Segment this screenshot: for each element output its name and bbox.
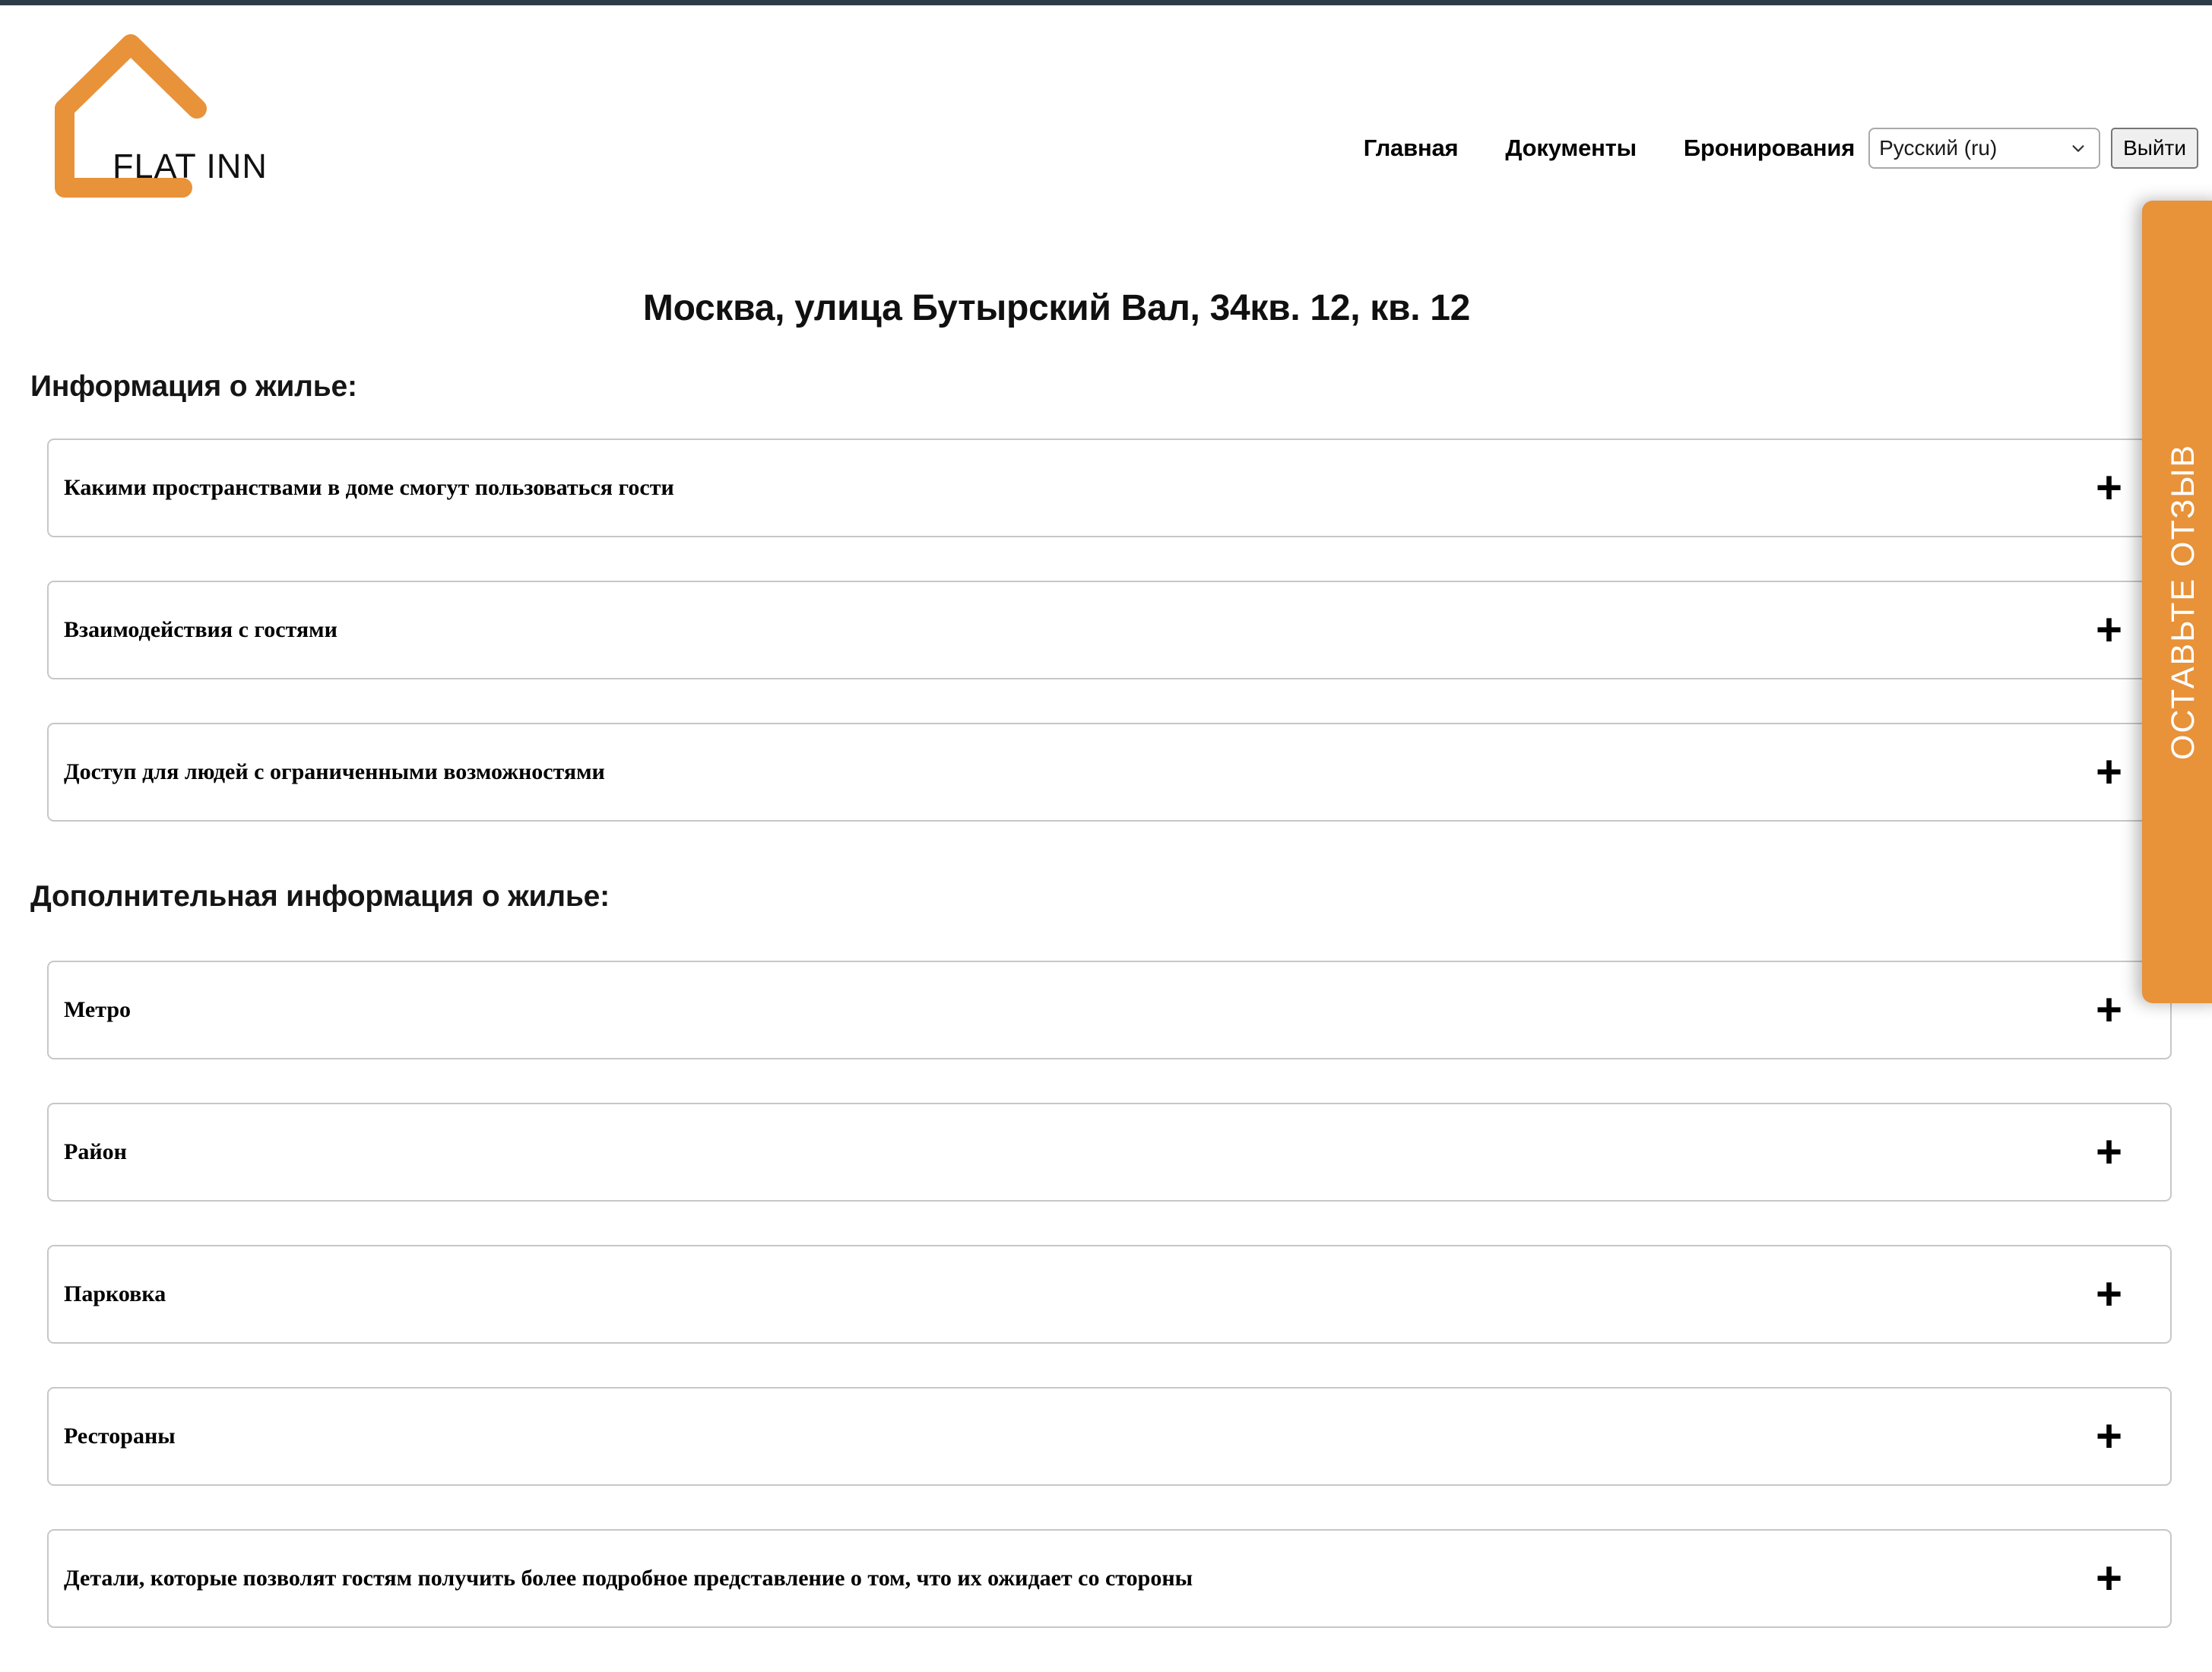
plus-icon[interactable]: + <box>2096 1556 2122 1601</box>
accordion-label: Детали, которые позволят гостям получить… <box>64 1566 1193 1591</box>
accordion-label: Рестораны <box>64 1423 176 1449</box>
page-title: Москва, улица Бутырский Вал, 34кв. 12, к… <box>642 288 1471 328</box>
section-heading-extra: Дополнительная информация о жилье: <box>30 880 610 913</box>
accordion-item-district[interactable]: Район + <box>47 1103 2172 1202</box>
plus-icon[interactable]: + <box>2096 607 2122 653</box>
accordion-label: Парковка <box>64 1281 166 1306</box>
accordion-item-parking[interactable]: Парковка + <box>47 1245 2172 1344</box>
plus-icon[interactable]: + <box>2096 987 2122 1033</box>
plus-icon[interactable]: + <box>2096 1271 2122 1317</box>
plus-icon[interactable]: + <box>2096 1414 2122 1459</box>
logo-wordmark: FLAT INN <box>113 147 268 185</box>
accordion-item-restaurants[interactable]: Рестораны + <box>47 1387 2172 1486</box>
accordion-label: Район <box>64 1139 127 1164</box>
accordion-item-metro[interactable]: Метро + <box>47 961 2172 1059</box>
logout-button[interactable]: Выйти <box>2111 128 2198 169</box>
plus-icon[interactable]: + <box>2096 749 2122 795</box>
main-navigation: Главная Документы Бронирования Русский (… <box>1364 125 2198 171</box>
language-select[interactable]: Русский (ru) <box>1868 128 2101 169</box>
accordion-item-spaces[interactable]: Какими пространствами в доме смогут поль… <box>47 439 2172 537</box>
accordion-label: Взаимодействия с гостями <box>64 617 338 642</box>
nav-link-documents[interactable]: Документы <box>1505 135 1637 162</box>
nav-link-home[interactable]: Главная <box>1364 135 1459 162</box>
plus-icon[interactable]: + <box>2096 465 2122 511</box>
leave-review-tab[interactable]: ОСТАВЬТЕ ОТЗЫВ <box>2142 201 2212 1003</box>
accordion-label: Доступ для людей с ограниченными возможн… <box>64 759 605 784</box>
accordion-label: Метро <box>64 997 132 1022</box>
accordion-item-details[interactable]: Детали, которые позволят гостям получить… <box>47 1529 2172 1628</box>
accordion-label: Какими пространствами в доме смогут поль… <box>64 475 674 500</box>
section-heading-info: Информация о жилье: <box>30 370 357 403</box>
chevron-down-icon <box>2072 145 2084 152</box>
flat-inn-logo[interactable]: FLAT INN <box>30 19 281 201</box>
leave-review-label: ОСТАВЬТЕ ОТЗЫВ <box>2164 443 2201 761</box>
accordion-item-accessibility[interactable]: Доступ для людей с ограниченными возможн… <box>47 723 2172 822</box>
site-header: FLAT INN Главная Документы Бронирования … <box>0 5 2212 207</box>
plus-icon[interactable]: + <box>2096 1129 2122 1175</box>
accordion-item-guest-interaction[interactable]: Взаимодействия с гостями + <box>47 581 2172 679</box>
language-select-value: Русский (ru) <box>1879 136 1998 160</box>
nav-link-bookings[interactable]: Бронирования <box>1684 135 1855 162</box>
top-accent-bar <box>0 0 2212 5</box>
